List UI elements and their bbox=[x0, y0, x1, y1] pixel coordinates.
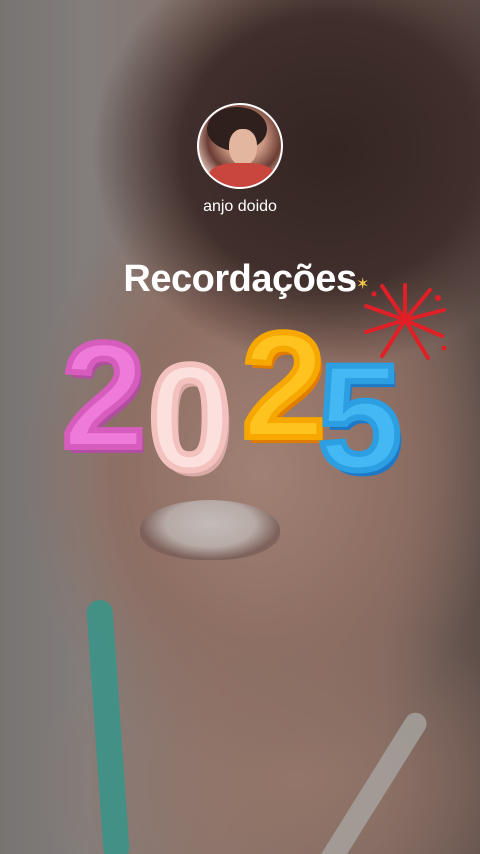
year-digit-3: 2 bbox=[239, 301, 328, 469]
year-digit-1: 2 bbox=[59, 311, 148, 479]
firework-icon bbox=[364, 283, 447, 360]
avatar-shirt bbox=[209, 163, 275, 187]
story-screen: anjo doido Recordações ✶ 2 0 2 5 bbox=[0, 0, 480, 854]
username[interactable]: anjo doido bbox=[0, 198, 480, 216]
avatar-face bbox=[229, 129, 257, 165]
avatar[interactable] bbox=[197, 103, 283, 189]
year-digit-2: 0 bbox=[145, 333, 234, 501]
